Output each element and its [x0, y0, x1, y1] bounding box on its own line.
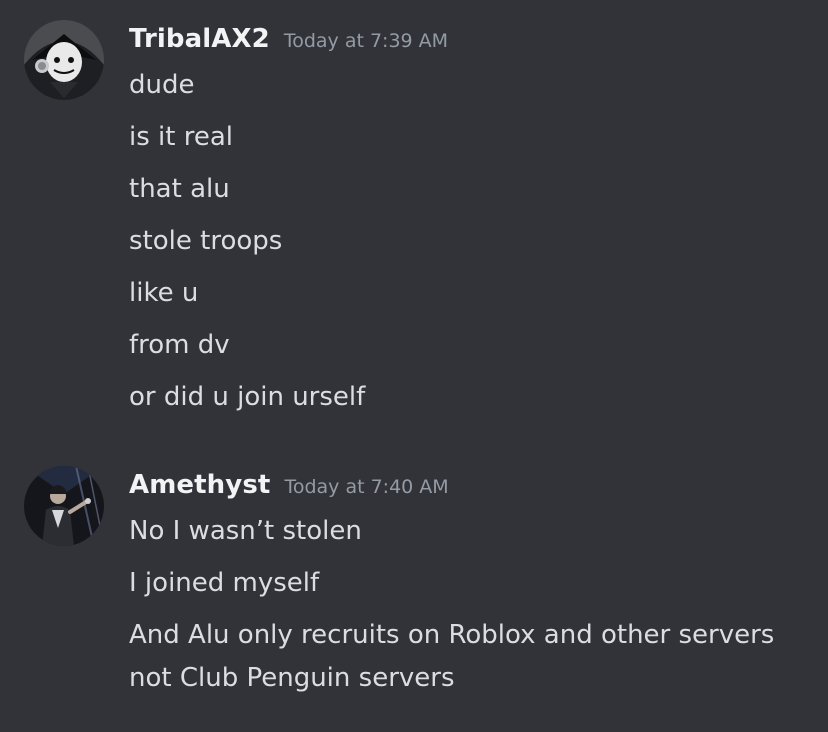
- message-text: that alu: [129, 174, 230, 204]
- user-avatar[interactable]: [24, 466, 104, 546]
- message-text: stole troops: [129, 226, 283, 256]
- performer-on-stage-avatar-icon: [24, 466, 104, 546]
- message-text: I joined myself: [129, 568, 320, 598]
- username[interactable]: Amethyst: [129, 470, 270, 500]
- message-text: from dv: [129, 330, 230, 360]
- message-text: No I wasn’t stolen: [129, 516, 362, 546]
- message-header: Amethyst Today at 7:40 AM: [129, 470, 449, 504]
- message-list: No I wasn’t stolen I joined myself And A…: [129, 514, 819, 718]
- message-text: or did u join urself: [129, 382, 366, 412]
- masked-figure-avatar-icon: [24, 20, 104, 100]
- message-text: like u: [129, 278, 199, 308]
- user-avatar[interactable]: [24, 20, 104, 100]
- message-text: dude: [129, 70, 195, 100]
- message-list: dude is it real that alu stole troops li…: [129, 68, 819, 432]
- message-header: TribalAX2 Today at 7:39 AM: [129, 24, 448, 58]
- message-text: is it real: [129, 122, 233, 152]
- username[interactable]: TribalAX2: [129, 24, 270, 54]
- message-text: And Alu only recruits on Roblox and othe…: [129, 620, 775, 693]
- timestamp[interactable]: Today at 7:39 AM: [284, 30, 448, 52]
- timestamp[interactable]: Today at 7:40 AM: [284, 476, 448, 498]
